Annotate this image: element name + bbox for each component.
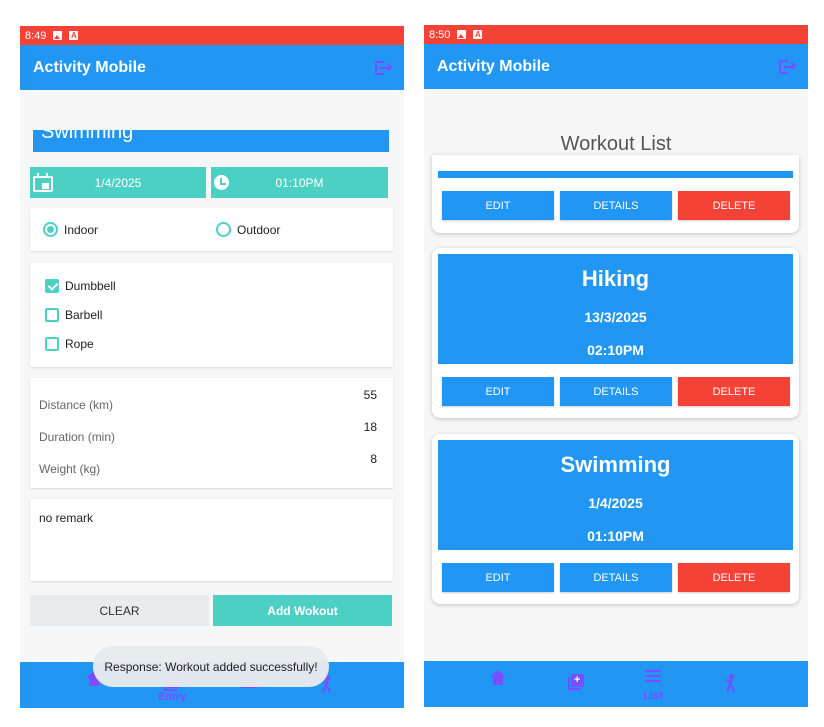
app-bar: Activity Mobile (20, 45, 404, 90)
remark-field[interactable]: no remark (30, 499, 393, 581)
nav-entry-label: Entry (157, 691, 187, 703)
workout-card-header: Hiking 13/3/2025 02:10PM (438, 254, 793, 364)
walk-icon (724, 674, 738, 693)
radio-outdoor-circle (216, 222, 231, 237)
duration-value: 18 (363, 420, 377, 434)
radio-indoor-circle (43, 222, 58, 237)
activity-name-value: Swimming (41, 130, 134, 143)
checkbox-rope[interactable]: Rope (45, 337, 94, 351)
workout-date: 1/4/2025 (588, 495, 643, 511)
time-value: 01:10PM (275, 175, 324, 190)
edit-button[interactable]: EDIT (442, 191, 554, 220)
image-icon (53, 31, 63, 40)
weight-label: Weight (kg) (39, 462, 101, 476)
nav-list-label: List (643, 690, 663, 702)
checkbox-box (45, 279, 59, 293)
nav-list[interactable]: List (623, 661, 683, 707)
checkbox-label: Rope (65, 337, 94, 351)
details-button[interactable]: DETAILS (560, 563, 672, 592)
distance-value: 55 (363, 388, 377, 402)
logout-icon[interactable] (778, 58, 797, 76)
remark-value: no remark (39, 511, 94, 525)
date-picker-button[interactable]: 1/4/2025 (30, 167, 206, 198)
image-icon (457, 30, 467, 39)
delete-button[interactable]: DELETE (678, 377, 790, 406)
workout-date: 13/3/2025 (584, 309, 647, 325)
status-time: 8:49 (25, 29, 47, 42)
equipment-checklist: Dumbbell Barbell Rope (30, 263, 393, 367)
logout-icon[interactable] (374, 59, 393, 77)
nav-activity[interactable] (700, 661, 760, 707)
date-value: 1/4/2025 (94, 175, 142, 190)
workout-time: 01:10PM (587, 528, 644, 544)
nav-entry[interactable]: + (546, 661, 606, 707)
home-icon (490, 670, 506, 688)
radio-indoor[interactable]: Indoor (43, 222, 98, 237)
checkbox-label: Barbell (65, 308, 103, 322)
add-entry-icon: + (568, 674, 584, 690)
nav-home[interactable] (469, 661, 529, 707)
delete-button[interactable]: DELETE (678, 191, 790, 220)
metrics-card: Distance (km) 55 Duration (min) 18 Weigh… (30, 378, 393, 488)
details-button[interactable]: DETAILS (560, 191, 672, 220)
edit-button[interactable]: EDIT (442, 377, 554, 406)
add-workout-button[interactable]: Add Wokout (213, 595, 392, 626)
workout-name: Hiking (581, 266, 650, 291)
workout-card: EDIT DETAILS DELETE (432, 155, 799, 233)
list-icon (645, 670, 661, 682)
activity-name-input[interactable]: Swimming (33, 130, 389, 152)
toast-message: Response: Workout added successfully! (93, 646, 329, 687)
bottom-nav: + List (424, 661, 808, 707)
time-picker-button[interactable]: 01:10PM (211, 167, 388, 198)
radio-indoor-label: Indoor (64, 222, 99, 237)
status-bar: 8:50 A (424, 25, 808, 44)
workout-card-header (438, 171, 793, 178)
app-bar: Activity Mobile (424, 44, 808, 89)
duration-label: Duration (min) (39, 430, 116, 444)
radio-outdoor[interactable]: Outdoor (216, 222, 280, 237)
clear-button[interactable]: CLEAR (30, 595, 209, 626)
list-screen: 8:50 A Activity Mobile Workout List EDIT… (424, 25, 808, 707)
checkbox-dumbbell[interactable]: Dumbbell (45, 279, 116, 293)
workout-card: Hiking 13/3/2025 02:10PM EDIT DETAILS DE… (432, 248, 799, 418)
workout-card: Swimming 1/4/2025 01:10PM EDIT DETAILS D… (432, 434, 799, 604)
checkbox-box (45, 337, 59, 351)
entry-screen: 8:49 A Activity Mobile Swimming 1/4/2025… (20, 26, 404, 708)
page-title: Workout List (560, 133, 672, 155)
status-bar: 8:49 A (20, 26, 404, 45)
details-button[interactable]: DETAILS (560, 377, 672, 406)
app-title: Activity Mobile (437, 57, 550, 75)
workout-name: Swimming (560, 452, 671, 477)
workout-time: 02:10PM (587, 342, 644, 358)
checkbox-box (45, 308, 59, 322)
a-icon: A (473, 30, 483, 39)
location-radio-group: Indoor Outdoor (30, 208, 393, 251)
delete-button[interactable]: DELETE (678, 563, 790, 592)
status-time: 8:50 (429, 28, 451, 41)
weight-value: 8 (370, 452, 377, 466)
checkbox-barbell[interactable]: Barbell (45, 308, 102, 322)
checkbox-label: Dumbbell (65, 279, 116, 293)
a-icon: A (69, 31, 79, 40)
workout-card-header: Swimming 1/4/2025 01:10PM (438, 440, 793, 550)
app-title: Activity Mobile (33, 58, 146, 76)
edit-button[interactable]: EDIT (442, 563, 554, 592)
distance-label: Distance (km) (39, 398, 114, 412)
radio-outdoor-label: Outdoor (237, 222, 281, 237)
